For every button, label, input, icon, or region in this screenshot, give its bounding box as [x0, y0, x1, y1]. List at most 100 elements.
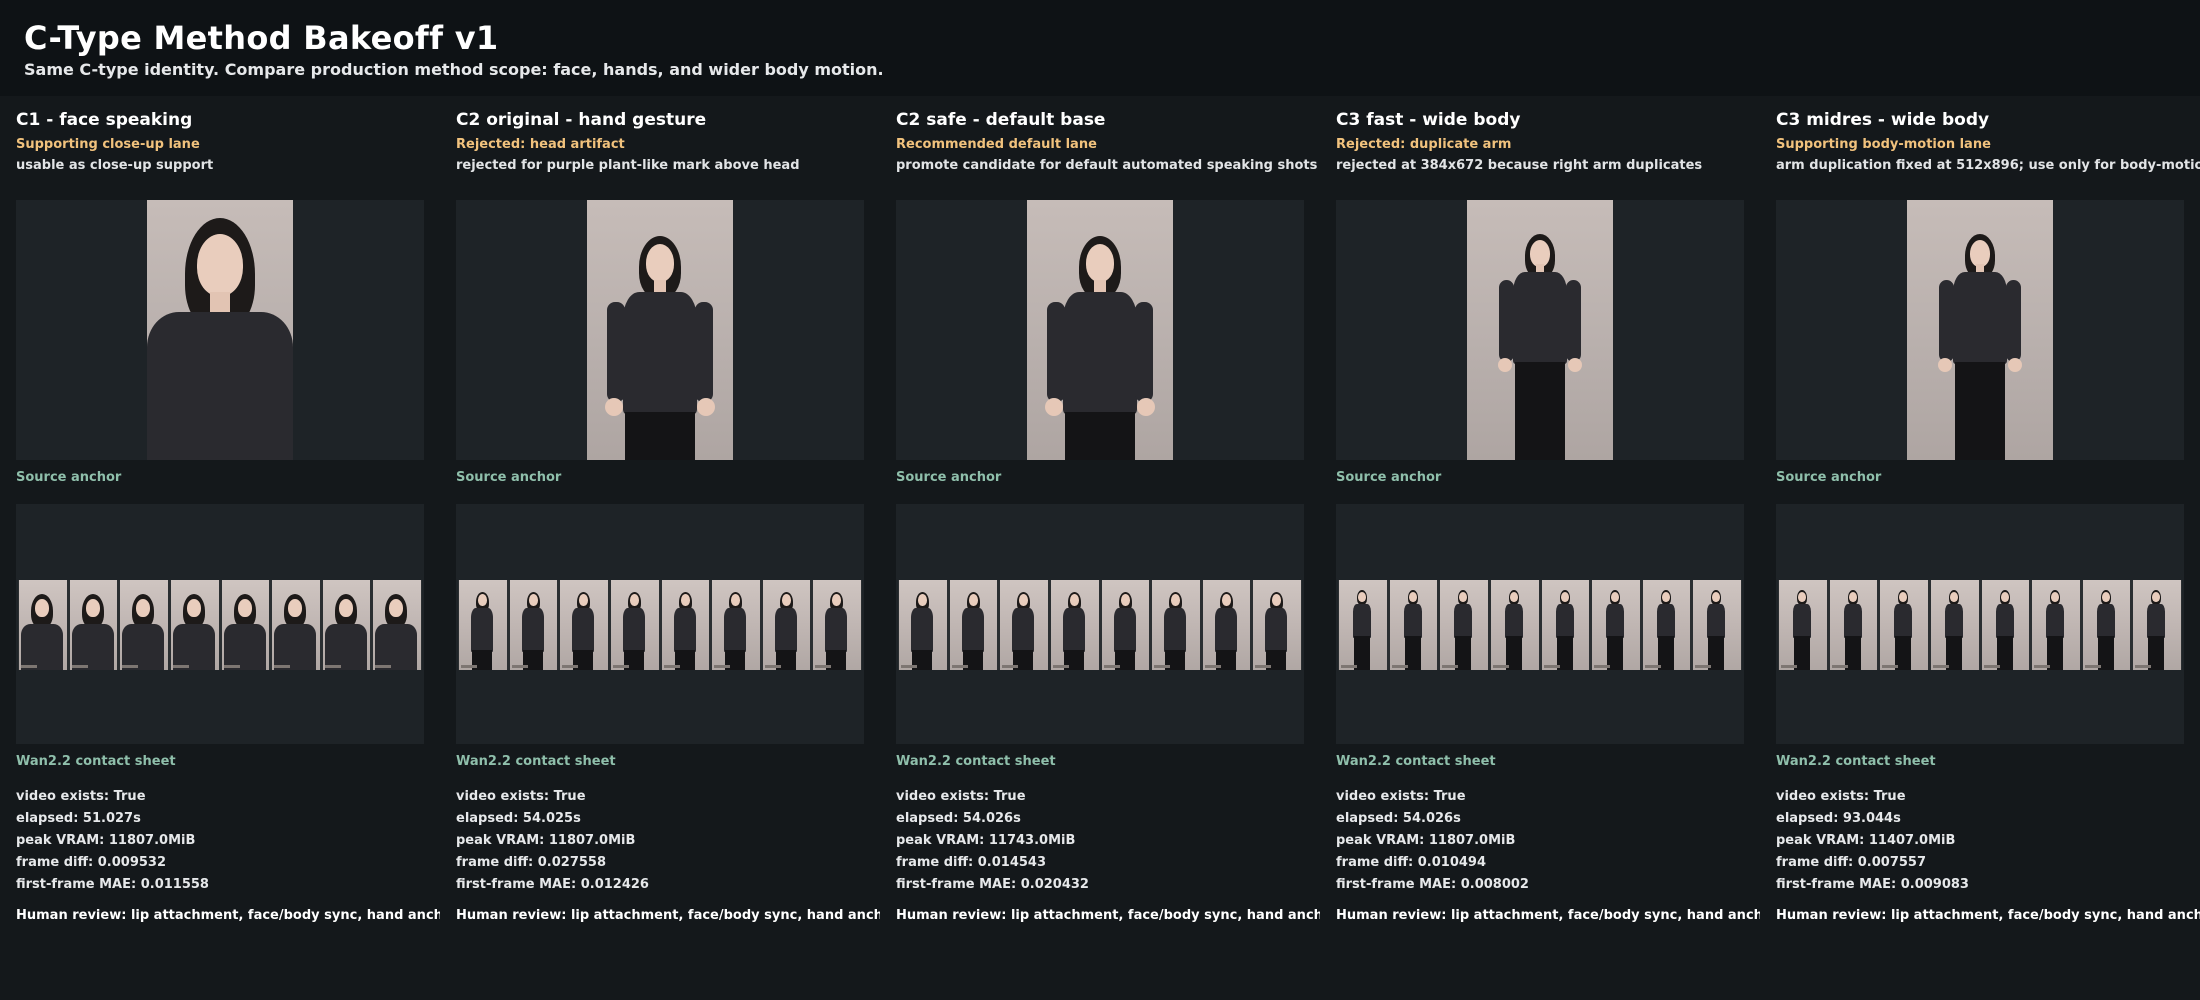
run-stats: video exists: True elapsed: 54.026s peak…: [896, 786, 1089, 896]
frame-thumb: [459, 580, 507, 670]
stat-video-exists: video exists: True: [1336, 789, 1466, 804]
frame-thumb: [610, 580, 659, 670]
card-note: usable as close-up support: [16, 158, 214, 173]
human-review-note: Human review: lip attachment, face/body …: [1776, 908, 2200, 923]
source-anchor-caption: Source anchor: [456, 470, 562, 485]
frame-thumb: [322, 580, 371, 670]
card-status: Supporting body-motion lane: [1776, 137, 1991, 152]
frame-thumb: [1490, 580, 1539, 670]
frame-thumb: [813, 580, 861, 670]
source-anchor-image: [1776, 200, 2184, 460]
frame-thumb: [560, 580, 608, 670]
frame-thumb: [949, 580, 998, 670]
human-review-note: Human review: lip attachment, face/body …: [456, 908, 880, 923]
card-title: C2 original - hand gesture: [456, 110, 707, 130]
frame-thumb: [1152, 580, 1200, 670]
card-status: Rejected: duplicate arm: [1336, 137, 1512, 152]
source-anchor-image: [16, 200, 424, 460]
frame-thumb: [1440, 580, 1488, 670]
portrait-photo: [1467, 200, 1613, 460]
card-note: rejected at 384x672 because right arm du…: [1336, 158, 1703, 173]
frame-thumb: [1642, 580, 1691, 670]
frame-thumb: [899, 580, 947, 670]
contact-sheet-caption: Wan2.2 contact sheet: [16, 754, 176, 769]
method-card-c2-original: C2 original - hand gesture Rejected: hea…: [440, 96, 880, 1000]
frame-thumb: [1693, 580, 1741, 670]
stat-peak-vram: peak VRAM: 11807.0MiB: [456, 833, 636, 848]
frame-thumb: [1981, 580, 2030, 670]
portrait-photo: [147, 200, 293, 460]
contact-sheet: [896, 504, 1304, 744]
frame-thumb: [19, 580, 67, 670]
frame-thumb: [1592, 580, 1640, 670]
stat-frame-diff: frame diff: 0.007557: [1776, 855, 1927, 870]
stat-video-exists: video exists: True: [16, 789, 146, 804]
contact-sheet: [16, 504, 424, 744]
frame-thumb: [1541, 580, 1590, 670]
page-subtitle: Same C-type identity. Compare production…: [24, 60, 884, 79]
stat-frame-diff: frame diff: 0.014543: [896, 855, 1047, 870]
contact-sheet: [1336, 504, 1744, 744]
frame-thumb: [2082, 580, 2131, 670]
human-review-note: Human review: lip attachment, face/body …: [1336, 908, 1760, 923]
source-anchor-image: [896, 200, 1304, 460]
contact-sheet-caption: Wan2.2 contact sheet: [1776, 754, 1936, 769]
frame-thumb: [170, 580, 219, 670]
portrait-photo: [1027, 200, 1173, 460]
card-note: rejected for purple plant-like mark abov…: [456, 158, 800, 173]
frame-thumb: [1253, 580, 1301, 670]
frame-thumb: [1202, 580, 1251, 670]
card-title: C3 midres - wide body: [1776, 110, 1990, 130]
card-title: C3 fast - wide body: [1336, 110, 1521, 130]
frame-strip: [898, 580, 1302, 670]
frame-strip: [1778, 580, 2182, 670]
stat-frame-diff: frame diff: 0.009532: [16, 855, 167, 870]
human-review-note: Human review: lip attachment, face/body …: [16, 908, 440, 923]
stat-video-exists: video exists: True: [456, 789, 586, 804]
frame-thumb: [661, 580, 710, 670]
stat-peak-vram: peak VRAM: 11407.0MiB: [1776, 833, 1956, 848]
source-anchor-image: [1336, 200, 1744, 460]
method-card-c1: C1 - face speaking Supporting close-up l…: [0, 96, 440, 1000]
stat-peak-vram: peak VRAM: 11807.0MiB: [1336, 833, 1516, 848]
source-anchor-caption: Source anchor: [16, 470, 122, 485]
run-stats: video exists: True elapsed: 51.027s peak…: [16, 786, 209, 896]
stat-video-exists: video exists: True: [896, 789, 1026, 804]
stat-frame-diff: frame diff: 0.027558: [456, 855, 607, 870]
frame-thumb: [373, 580, 421, 670]
frame-thumb: [1389, 580, 1438, 670]
frame-thumb: [1000, 580, 1048, 670]
contact-sheet: [1776, 504, 2184, 744]
card-status: Recommended default lane: [896, 137, 1097, 152]
portrait-photo: [587, 200, 733, 460]
card-title: C2 safe - default base: [896, 110, 1106, 130]
frame-thumb: [1829, 580, 1878, 670]
human-review-note: Human review: lip attachment, face/body …: [896, 908, 1320, 923]
frame-thumb: [1779, 580, 1827, 670]
frame-thumb: [712, 580, 760, 670]
frame-thumb: [2032, 580, 2080, 670]
card-status: Supporting close-up lane: [16, 137, 200, 152]
frame-thumb: [221, 580, 270, 670]
method-card-c3-fast: C3 fast - wide body Rejected: duplicate …: [1320, 96, 1760, 1000]
stat-video-exists: video exists: True: [1776, 789, 1906, 804]
card-title: C1 - face speaking: [16, 110, 193, 130]
stat-first-frame-mae: first-frame MAE: 0.012426: [456, 877, 649, 892]
card-note: promote candidate for default automated …: [896, 158, 1318, 173]
contact-sheet-caption: Wan2.2 contact sheet: [896, 754, 1056, 769]
frame-thumb: [762, 580, 811, 670]
frame-thumb: [69, 580, 118, 670]
frame-thumb: [1880, 580, 1928, 670]
frame-strip: [18, 580, 422, 670]
stat-first-frame-mae: first-frame MAE: 0.011558: [16, 877, 209, 892]
card-status: Rejected: head artifact: [456, 137, 625, 152]
card-note: arm duplication fixed at 512x896; use on…: [1776, 158, 2200, 173]
frame-strip: [1338, 580, 1742, 670]
stat-elapsed: elapsed: 51.027s: [16, 811, 141, 826]
frame-thumb: [509, 580, 558, 670]
stat-peak-vram: peak VRAM: 11807.0MiB: [16, 833, 196, 848]
stat-first-frame-mae: first-frame MAE: 0.008002: [1336, 877, 1529, 892]
page-header: C-Type Method Bakeoff v1 Same C-type ide…: [0, 0, 2200, 96]
method-card-c3-midres: C3 midres - wide body Supporting body-mo…: [1760, 96, 2200, 1000]
source-anchor-caption: Source anchor: [1776, 470, 1882, 485]
